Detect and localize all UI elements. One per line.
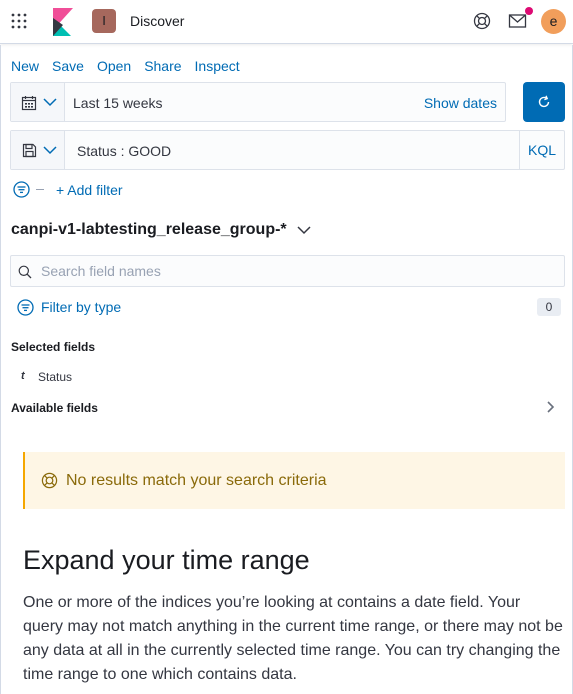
top-nav-menu: New Save Open Share Inspect [11, 58, 253, 74]
search-field-names-input[interactable] [41, 260, 541, 282]
quick-menu-button[interactable] [11, 83, 65, 121]
help-icon[interactable] [473, 12, 491, 30]
expand-time-range-heading: Expand your time range [23, 545, 310, 575]
refresh-icon [538, 95, 550, 108]
filter-icon [17, 299, 34, 316]
notification-dot [525, 7, 533, 15]
new-link[interactable]: New [11, 58, 39, 74]
user-avatar[interactable]: e [541, 9, 566, 34]
inspect-link[interactable]: Inspect [195, 58, 240, 74]
help-icon [41, 472, 58, 489]
share-link[interactable]: Share [144, 58, 181, 74]
discover-panel: New Save Open Share Inspect Last 15 weeks Sh… [0, 45, 573, 694]
chevron-right-icon[interactable] [546, 400, 556, 414]
save-link[interactable]: Save [52, 58, 84, 74]
space-avatar[interactable]: I [92, 9, 116, 33]
kibana-logo-icon[interactable] [50, 8, 74, 36]
query-language-button[interactable]: KQL [519, 131, 564, 169]
filter-count-badge: 0 [537, 298, 561, 316]
save-disk-icon [22, 143, 37, 158]
field-item-status[interactable]: Status [38, 370, 72, 384]
query-bar: Status : GOOD KQL [10, 130, 565, 170]
app-menu-icon[interactable] [10, 12, 28, 30]
show-dates-button[interactable]: Show dates [424, 95, 497, 111]
date-range-value[interactable]: Last 15 weeks [73, 95, 163, 111]
app-title: Discover [130, 13, 185, 29]
filter-by-type-label: Filter by type [41, 299, 122, 315]
header-bar: I Discover e [0, 0, 573, 44]
chevron-down-icon [43, 98, 57, 107]
refresh-button[interactable] [523, 82, 565, 122]
field-type-icon: t [21, 370, 25, 382]
divider [36, 189, 44, 190]
query-input[interactable]: Status : GOOD [77, 143, 171, 159]
no-results-callout: No results match your search criteria [23, 452, 565, 509]
open-link[interactable]: Open [97, 58, 131, 74]
date-picker: Last 15 weeks Show dates [10, 82, 506, 122]
add-filter-button[interactable]: + Add filter [56, 182, 123, 198]
field-search [10, 255, 565, 287]
calendar-icon [21, 96, 37, 111]
no-results-message: No results match your search criteria [66, 472, 327, 489]
available-fields-heading[interactable]: Available fields [11, 401, 98, 415]
chevron-down-icon [43, 146, 57, 155]
chevron-down-icon[interactable] [297, 225, 311, 235]
newsfeed-mail-icon[interactable] [508, 12, 528, 30]
selected-fields-heading: Selected fields [11, 340, 96, 354]
search-icon [18, 265, 32, 279]
saved-query-button[interactable] [11, 131, 65, 169]
index-pattern-title[interactable]: canpi-v1-labtesting_release_group-* [11, 221, 287, 239]
expand-time-range-text: One or more of the indices you’re lookin… [23, 594, 563, 683]
filter-options-icon[interactable] [13, 181, 30, 198]
